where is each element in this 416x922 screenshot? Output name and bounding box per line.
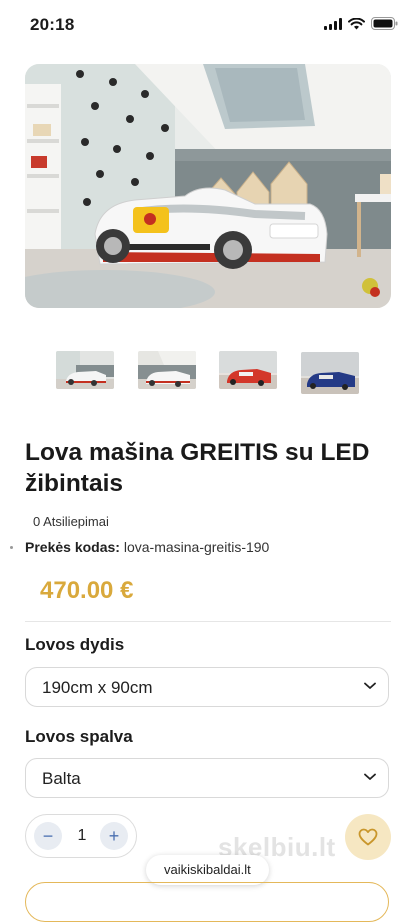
product-main-image[interactable] [25,64,391,308]
quantity-stepper: − 1 + [25,814,137,858]
chevron-down-icon [364,773,376,780]
thumbnail-3[interactable] [219,351,277,389]
reviews-link[interactable]: 0 Atsiliepimai [33,514,109,529]
sku-value: lova-masina-greitis-190 [123,539,270,555]
status-bar: 20:18 [0,0,416,48]
divider [25,621,391,622]
quantity-value[interactable]: 1 [74,827,90,845]
quantity-decrease-button[interactable]: − [34,822,62,850]
thumbnail-4[interactable] [301,352,359,394]
add-to-cart-button[interactable] [25,882,389,922]
size-select-value: 190cm x 90cm [42,678,153,697]
status-icons [324,17,398,30]
size-select[interactable]: 190cm x 90cm [25,667,389,707]
heart-icon [358,828,378,846]
color-select-value: Balta [42,769,81,788]
wishlist-button[interactable] [345,814,391,860]
thumbnail-1[interactable] [56,351,114,389]
sku-bullet [10,546,13,549]
product-title: Lova mašina GREITIS su LED žibintais [25,439,370,497]
sku-label: Prekės kodas: [25,539,120,555]
thumbnail-2[interactable] [138,351,196,389]
quantity-increase-button[interactable]: + [100,822,128,850]
wifi-icon [348,17,365,29]
size-label: Lovos dydis [25,635,125,654]
product-price: 470.00 € [40,577,134,604]
status-time: 20:18 [30,15,75,34]
color-select[interactable]: Balta [25,758,389,798]
color-label: Lovos spalva [25,727,133,746]
image-thumbnails [56,351,360,395]
chevron-down-icon [364,682,376,689]
signal-icon [324,17,342,30]
product-sku: Prekės kodas: lova-masina-greitis-190 [25,539,269,555]
site-url-pill: vaikiskibaldai.lt [146,855,269,885]
battery-icon [371,17,398,30]
